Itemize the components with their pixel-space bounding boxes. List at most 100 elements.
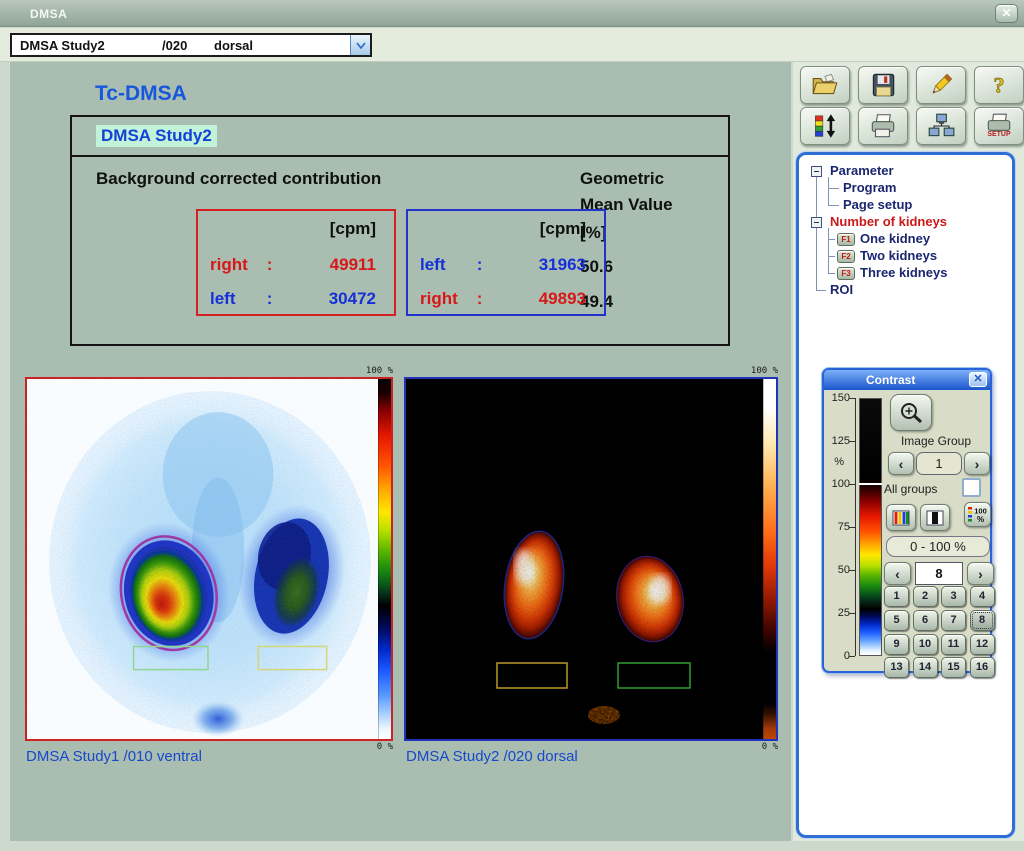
auto-100-percent-icon: 100% (967, 505, 989, 525)
tree-tick (828, 188, 839, 189)
tree-tick (828, 205, 839, 206)
scale-125: 125 (826, 435, 850, 447)
all-groups-checkbox[interactable] (962, 478, 981, 497)
tree-item-two-kidneys[interactable]: F2Two kidneys (837, 248, 937, 263)
keypad-1[interactable]: 1 (884, 586, 909, 607)
help-button[interactable]: ? (974, 66, 1024, 104)
keypad-9[interactable]: 9 (884, 634, 909, 655)
scale-min-label: 0 % (762, 742, 778, 752)
tree-item-roi[interactable]: ROI (830, 282, 853, 297)
zoom-button[interactable] (890, 394, 932, 431)
scale-tick (849, 441, 855, 442)
window-title: DMSA (30, 7, 67, 21)
svg-text:?: ? (993, 73, 1004, 98)
keypad-5[interactable]: 5 (884, 610, 909, 631)
study-selector-row: DMSA Study2 /020 dorsal (0, 28, 1024, 62)
tree-item-page-setup[interactable]: Page setup (843, 197, 912, 212)
cpm-row: right : 49893 (420, 289, 586, 309)
table-next-button[interactable]: › (967, 562, 994, 585)
network-button[interactable] (916, 107, 966, 145)
keypad-11[interactable]: 11 (941, 634, 966, 655)
tree-tick (828, 256, 835, 257)
cpm-box-study1: [cpm] right : 49911 left : 30472 (196, 209, 396, 316)
contrast-dialog-titlebar[interactable]: Contrast ✕ (824, 370, 990, 390)
caption-ventral: DMSA Study1 /010 ventral (26, 748, 202, 765)
network-icon (926, 113, 956, 139)
keypad-2[interactable]: 2 (913, 586, 938, 607)
all-groups-label: All groups (884, 482, 937, 496)
color-lut-button[interactable] (886, 504, 916, 531)
contrast-100-marker (859, 483, 882, 485)
cpm-box-study2: [cpm] left : 31963 right : 49893 (406, 209, 606, 316)
title-bar: DMSA ✕ (0, 0, 1024, 27)
keypad-6[interactable]: 6 (913, 610, 938, 631)
study-dropdown[interactable]: DMSA Study2 /020 dorsal (10, 33, 372, 57)
auto-range-button[interactable]: 100% (964, 502, 991, 527)
cpm-separator: : (267, 255, 281, 275)
save-button[interactable] (858, 66, 908, 104)
keypad-7[interactable]: 7 (941, 610, 966, 631)
tree-tick (828, 273, 835, 274)
study-dropdown-view: dorsal (214, 38, 253, 53)
image-group-value: 1 (916, 452, 962, 475)
cpm-separator: : (477, 289, 491, 309)
study-dropdown-id: /020 (162, 38, 214, 53)
image-group-prev-button[interactable]: ‹ (888, 452, 914, 475)
image-group-label: Image Group (882, 434, 990, 448)
scintigram-ventral-image (27, 379, 391, 739)
study-dropdown-study: DMSA Study2 (20, 38, 162, 53)
expander-parameter[interactable] (811, 166, 822, 177)
open-button[interactable] (800, 66, 850, 104)
contrast-scale-button[interactable] (800, 107, 850, 145)
window-close-button[interactable]: ✕ (995, 4, 1018, 23)
print-setup-button[interactable]: SETUP (974, 107, 1024, 145)
range-display: 0 - 100 % (886, 536, 990, 557)
tree-item-program[interactable]: Program (843, 180, 896, 195)
image-group-next-button[interactable]: › (964, 452, 990, 475)
keypad-4[interactable]: 4 (970, 586, 995, 607)
edit-button[interactable] (916, 66, 966, 104)
scintigram-dorsal[interactable]: 100 % 0 % (404, 377, 778, 741)
cpm-row: right : 49911 (210, 255, 376, 275)
scale-tick (849, 527, 855, 528)
grayscale-lut-button[interactable] (920, 504, 950, 531)
expander-number-of-kidneys[interactable] (811, 217, 822, 228)
scale-axis (855, 398, 856, 656)
tree-branch-line (828, 177, 829, 205)
fkey-badge-f2: F2 (837, 250, 855, 263)
scale-150: 150 (826, 392, 850, 404)
cpm-separator: : (267, 289, 281, 309)
keypad-3[interactable]: 3 (941, 586, 966, 607)
keypad-15[interactable]: 15 (941, 657, 966, 678)
printer-setup-icon: SETUP (984, 113, 1014, 139)
keypad-14[interactable]: 14 (913, 657, 938, 678)
keypad-13[interactable]: 13 (884, 657, 909, 678)
keypad-10[interactable]: 10 (913, 634, 938, 655)
tree-item-parameter[interactable]: Parameter (830, 163, 894, 178)
table-prev-button[interactable]: ‹ (884, 562, 911, 585)
dropdown-arrow-icon[interactable] (350, 35, 370, 55)
keypad-8-selected[interactable]: 8 (970, 610, 995, 631)
printer-icon (868, 113, 898, 139)
edit-pencil-icon (926, 72, 956, 98)
help-question-icon: ? (984, 72, 1014, 98)
tree-item-label: Three kidneys (860, 265, 947, 280)
keypad-12[interactable]: 12 (970, 634, 995, 655)
dmsa-window: DMSA ✕ DMSA Study2 /020 dorsal Tc-DMSA D… (0, 0, 1024, 851)
cpm-value: 49911 (330, 255, 376, 275)
scale-25: 25 (826, 607, 850, 619)
keypad-16[interactable]: 16 (970, 657, 995, 678)
cpm-row: left : 30472 (210, 289, 376, 309)
print-button[interactable] (858, 107, 908, 145)
open-folder-icon (810, 72, 840, 98)
scintigram-ventral[interactable]: 100 % 0 % (25, 377, 393, 741)
contrast-close-button[interactable]: ✕ (969, 372, 987, 387)
tree-item-three-kidneys[interactable]: F3 Three kidneys (837, 265, 947, 280)
contrast-lut-bar[interactable] (859, 398, 882, 656)
fkey-badge-f3: F3 (837, 267, 855, 280)
tree-item-number-of-kidneys[interactable]: Number of kidneys (830, 214, 947, 229)
fkey-badge-f1: F1 (837, 233, 855, 246)
cpm-unit: [cpm] (540, 219, 586, 239)
table-value-field[interactable]: 8 (915, 562, 963, 585)
tree-item-one-kidney[interactable]: F1One kidney (837, 231, 930, 246)
